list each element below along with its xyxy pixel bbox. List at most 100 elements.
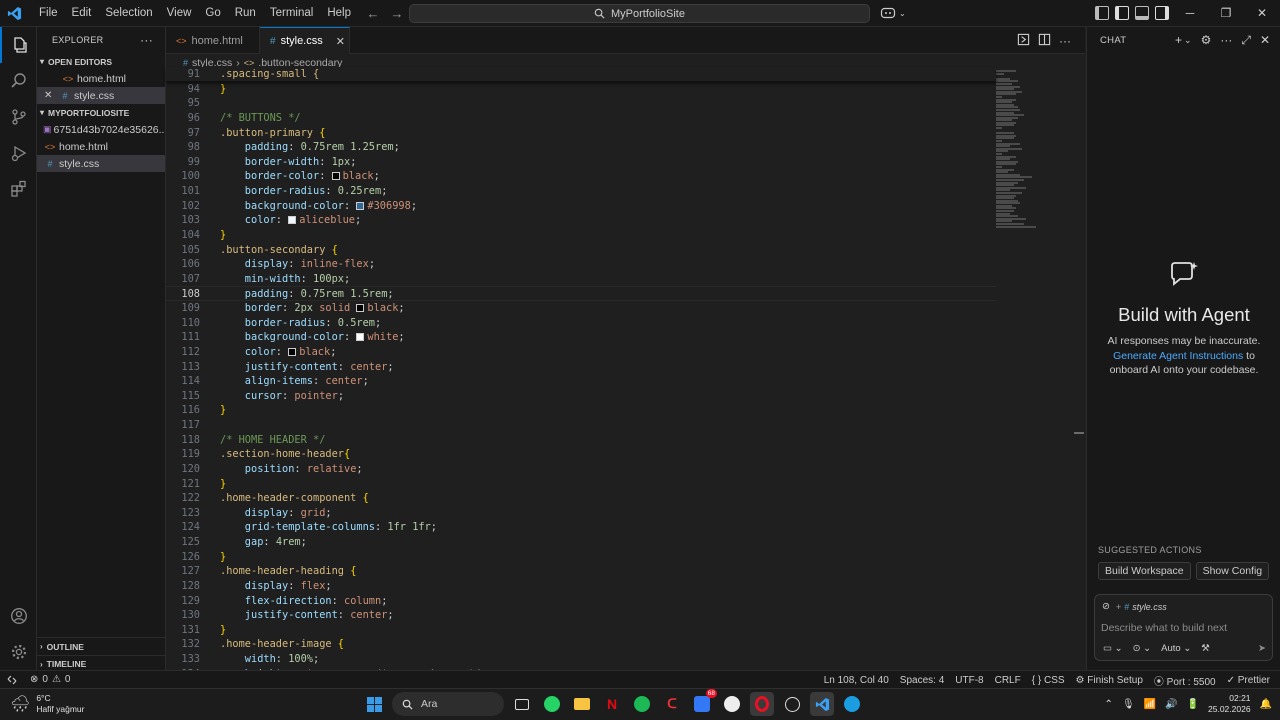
menu-view[interactable]: View [160, 0, 199, 26]
code-line[interactable]: 96 /* BUTTONS */ [166, 111, 996, 126]
code-line[interactable]: 133 width: 100%; [166, 652, 996, 667]
restore-icon[interactable]: ❐ [1208, 0, 1244, 26]
code-line[interactable]: 119 .section-home-header{ [166, 447, 996, 462]
remote-icon[interactable] [0, 671, 24, 689]
wifi-icon[interactable]: 📶 [1144, 699, 1156, 710]
file-item[interactable]: <> home.html [37, 138, 165, 155]
code-line[interactable]: 102 background-color: #306998; [166, 199, 996, 214]
code-line[interactable]: 111 background-color: white; [166, 330, 996, 345]
split-editor-icon[interactable] [1038, 33, 1051, 49]
chevron-down-icon[interactable]: ⌄ [1184, 35, 1192, 48]
color-swatch-icon[interactable] [356, 333, 365, 342]
code-line[interactable]: 127 .home-header-heading { [166, 564, 996, 579]
notifications-icon[interactable]: 🔔 [1260, 699, 1272, 710]
code-line[interactable]: 101 border-radius: 0.25rem; [166, 184, 996, 199]
more-actions-icon[interactable]: ··· [1220, 33, 1232, 48]
code-line[interactable]: 124 grid-template-columns: 1fr 1fr; [166, 520, 996, 535]
more-actions-icon[interactable]: ··· [140, 33, 153, 47]
speaker-icon[interactable]: 🔊 [1165, 699, 1177, 710]
problems-indicator[interactable]: ⊗ 0 ⚠ 0 [30, 674, 70, 685]
finish-setup[interactable]: ⚙ Finish Setup [1076, 675, 1143, 686]
model-picker[interactable]: Auto ⌄ [1161, 643, 1191, 654]
code-line[interactable]: 115 cursor: pointer; [166, 389, 996, 404]
taskbar-search[interactable]: Ara [392, 692, 504, 716]
code-line[interactable]: 117 [166, 418, 996, 433]
close-window-icon[interactable]: ✕ [1244, 0, 1280, 26]
open-editor-item-active[interactable]: ✕ # style.css [37, 87, 165, 104]
code-line[interactable]: 100 border-color: black; [166, 169, 996, 184]
color-swatch-icon[interactable] [288, 216, 297, 225]
code-line[interactable]: 107 min-width: 100px; [166, 272, 996, 287]
color-swatch-icon[interactable] [356, 304, 365, 312]
menu-help[interactable]: Help [320, 0, 358, 26]
open-editors-section[interactable]: ▾ OPEN EDITORS [37, 53, 165, 70]
color-swatch-icon[interactable] [331, 172, 340, 181]
account-icon[interactable] [0, 598, 37, 634]
chevron-up-icon[interactable]: ⌃ [1105, 699, 1113, 710]
color-swatch-icon[interactable] [288, 347, 297, 356]
scrollbar-marker[interactable] [1074, 432, 1084, 434]
live-server-port[interactable]: ⦿ Port : 5500 [1154, 673, 1216, 688]
code-line[interactable]: 110 border-radius: 0.5rem; [166, 316, 996, 331]
encoding[interactable]: UTF-8 [955, 675, 983, 686]
weather-widget[interactable]: 🌧 6°C Hafif yağmur [10, 693, 85, 715]
new-chat-icon[interactable]: + [1175, 33, 1182, 48]
code-line[interactable]: 97 .button-primary { [166, 126, 996, 141]
edge-icon[interactable] [840, 692, 864, 716]
open-editor-item[interactable]: <> home.html [37, 70, 165, 87]
language-mode[interactable]: { } CSS [1032, 675, 1065, 686]
code-line[interactable]: 105 .button-secondary { [166, 243, 996, 258]
file-explorer-icon[interactable] [570, 692, 594, 716]
outline-section[interactable]: › OUTLINE [37, 638, 166, 655]
copilot-menu-button[interactable]: ⌄ [880, 4, 916, 22]
code-line[interactable]: 128 display: flex; [166, 579, 996, 594]
menu-file[interactable]: File [32, 0, 65, 26]
code-line[interactable]: 116} [166, 403, 996, 418]
close-icon[interactable]: ✕ [1260, 33, 1270, 48]
explorer-icon[interactable] [0, 27, 37, 63]
menu-edit[interactable]: Edit [65, 0, 99, 26]
netflix-icon[interactable]: N [600, 692, 624, 716]
indentation[interactable]: Spaces: 4 [900, 675, 944, 686]
build-workspace-button[interactable]: Build Workspace [1098, 562, 1191, 580]
toggle-primary-sidebar-icon[interactable] [1095, 6, 1109, 20]
code-line[interactable]: 131} [166, 623, 996, 638]
tab-home-html[interactable]: <> home.html [166, 27, 260, 54]
menu-selection[interactable]: Selection [98, 0, 159, 26]
code-line[interactable]: 126} [166, 550, 996, 565]
code-line[interactable]: 98 padding: 0.75rem 1.25rem; [166, 140, 996, 155]
attach-icon[interactable]: ⊘ [1102, 601, 1110, 612]
command-center-search[interactable]: MyPortfolioSite [409, 4, 870, 23]
code-line[interactable]: 104} [166, 228, 996, 243]
unreal-engine-icon[interactable] [720, 692, 744, 716]
microphone-icon[interactable]: 🎙 [1122, 699, 1135, 710]
code-line[interactable]: 103 color: aliceblue; [166, 213, 996, 228]
code-line[interactable]: 121} [166, 477, 996, 492]
open-changes-icon[interactable] [1017, 33, 1030, 49]
battery-icon[interactable]: 🔋 [1187, 699, 1199, 710]
send-icon[interactable]: ➤ [1258, 643, 1266, 654]
back-arrow-icon[interactable]: ← [364, 4, 382, 22]
close-icon[interactable]: ✕ [44, 90, 56, 101]
tab-style-css[interactable]: # style.css ✕ [260, 27, 350, 54]
show-config-button[interactable]: Show Config [1195, 562, 1270, 580]
forward-arrow-icon[interactable]: → [388, 4, 406, 22]
minimap[interactable] [996, 70, 1071, 260]
code-line[interactable]: 125 gap: 4rem; [166, 535, 996, 550]
menu-terminal[interactable]: Terminal [263, 0, 320, 26]
file-item[interactable]: ▣ 6751d43b7024e35626... [37, 121, 165, 138]
code-line[interactable]: 120 position: relative; [166, 462, 996, 477]
spotify-icon[interactable] [630, 692, 654, 716]
code-line[interactable]: 129 flex-direction: column; [166, 594, 996, 609]
vscode-taskbar-icon[interactable] [810, 692, 834, 716]
extensions-icon[interactable] [0, 171, 37, 207]
line-endings[interactable]: CRLF [995, 675, 1021, 686]
toggle-panel-icon[interactable] [1135, 6, 1149, 20]
code-line[interactable]: 113 justify-content: center; [166, 360, 996, 375]
maximize-icon[interactable]: ⤢ [1241, 33, 1251, 48]
code-line[interactable]: 130 justify-content: center; [166, 608, 996, 623]
menu-go[interactable]: Go [198, 0, 227, 26]
code-line[interactable]: 109 border: 2px solid black; [166, 301, 996, 316]
run-debug-icon[interactable] [0, 135, 37, 171]
code-line[interactable]: 108 padding: 0.75rem 1.5rem; [166, 286, 996, 301]
